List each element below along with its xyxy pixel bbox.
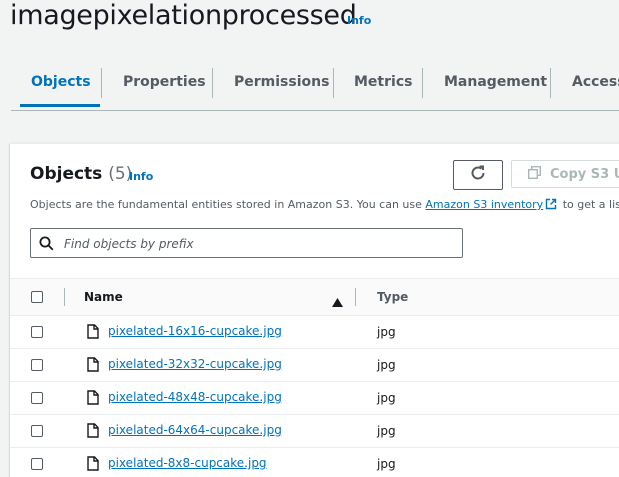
row-checkbox[interactable] [31, 359, 43, 371]
object-link[interactable]: pixelated-8x8-cupcake.jpg [108, 456, 267, 470]
object-type: jpg [377, 391, 396, 405]
refresh-button[interactable] [453, 160, 503, 190]
row-checkbox[interactable] [31, 458, 43, 470]
tab-objects[interactable]: Objects [20, 64, 100, 107]
tab-divider [101, 68, 102, 98]
objects-panel: Objects (5) Info Objects are the fundame… [10, 143, 619, 477]
s3-bucket-page: imagepixelationprocessed Info Objects Pr… [0, 0, 619, 477]
tab-divider [212, 68, 213, 98]
bucket-info-link[interactable]: Info [347, 14, 371, 27]
tab-management[interactable]: Management [444, 64, 547, 108]
external-link-icon [545, 198, 557, 213]
column-header-name[interactable]: Name [84, 290, 123, 304]
page-title: imagepixelationprocessed [10, 0, 357, 31]
file-icon [87, 390, 99, 409]
search-box [30, 228, 463, 258]
copy-icon [527, 165, 550, 183]
row-checkbox[interactable] [31, 392, 43, 404]
refresh-icon [469, 164, 487, 186]
tab-divider [550, 68, 551, 98]
objects-info-link[interactable]: Info [129, 170, 153, 183]
s3-inventory-link[interactable]: Amazon S3 inventory [425, 198, 543, 211]
objects-table: Name Type pixelated-16x16-cupcake.jpg jp… [10, 278, 619, 477]
table-row: pixelated-48x48-cupcake.jpg jpg [10, 382, 619, 415]
objects-description: Objects are the fundamental entities sto… [30, 198, 619, 213]
tab-properties[interactable]: Properties [123, 64, 206, 108]
table-header: Name Type [10, 278, 619, 316]
object-link[interactable]: pixelated-16x16-cupcake.jpg [108, 324, 282, 338]
table-row: pixelated-16x16-cupcake.jpg jpg [10, 316, 619, 349]
sort-ascending-icon[interactable] [332, 292, 343, 311]
file-icon [87, 324, 99, 343]
tab-divider [422, 68, 423, 98]
table-row: pixelated-8x8-cupcake.jpg jpg [10, 448, 619, 477]
tab-divider [333, 68, 334, 98]
tab-metrics[interactable]: Metrics [354, 64, 412, 108]
copy-s3-uri-button[interactable]: Copy S3 URI [511, 160, 619, 188]
column-divider [64, 288, 65, 306]
object-link[interactable]: pixelated-48x48-cupcake.jpg [108, 390, 282, 404]
column-header-type[interactable]: Type [377, 290, 408, 304]
object-type: jpg [377, 325, 396, 339]
column-divider [355, 288, 356, 306]
object-link[interactable]: pixelated-32x32-cupcake.jpg [108, 357, 282, 371]
object-type: jpg [377, 358, 396, 372]
row-checkbox[interactable] [31, 326, 43, 338]
description-text: Objects are the fundamental entities sto… [30, 198, 422, 211]
table-row: pixelated-32x32-cupcake.jpg jpg [10, 349, 619, 382]
file-icon [87, 423, 99, 442]
table-row: pixelated-64x64-cupcake.jpg jpg [10, 415, 619, 448]
objects-heading: Objects (5) [30, 164, 132, 184]
objects-heading-title: Objects [30, 164, 103, 184]
object-link[interactable]: pixelated-64x64-cupcake.jpg [108, 423, 282, 437]
file-icon [87, 357, 99, 376]
description-suffix: to get a list of all objects in your buc… [562, 198, 619, 211]
row-checkbox[interactable] [31, 425, 43, 437]
file-icon [87, 456, 99, 475]
object-type: jpg [377, 457, 396, 471]
tab-bar: Objects Properties Permissions Metrics M… [11, 64, 619, 111]
copy-s3-uri-label: Copy S3 URI [550, 166, 619, 182]
tab-access-points[interactable]: Access Points [572, 64, 619, 108]
tab-permissions[interactable]: Permissions [234, 64, 329, 108]
search-input[interactable] [62, 232, 456, 256]
select-all-checkbox[interactable] [31, 291, 43, 303]
object-type: jpg [377, 424, 396, 438]
